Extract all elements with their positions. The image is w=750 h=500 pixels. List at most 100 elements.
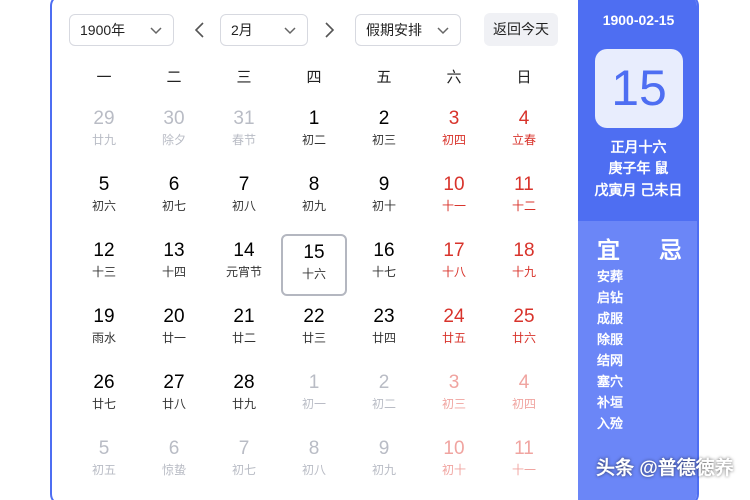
selected-date-text: 1900-02-15 xyxy=(602,12,675,28)
lunar-day: 廿三 xyxy=(301,331,326,345)
day-number: 11 xyxy=(514,438,534,459)
day-cell[interactable]: 11 十二 xyxy=(491,168,557,230)
lunar-day: 初二 xyxy=(371,397,396,411)
day-cell[interactable]: 3 初四 xyxy=(421,102,487,164)
weekday-label: 三 xyxy=(236,69,252,86)
day-cell[interactable]: 10 十一 xyxy=(421,168,487,230)
day-number: 10 xyxy=(443,438,465,459)
day-number: 1 xyxy=(308,372,320,393)
yi-item: 塞穴 xyxy=(597,374,624,389)
day-number: 29 xyxy=(93,108,115,129)
month-select[interactable]: 2月 xyxy=(220,14,308,46)
day-cell[interactable]: 8 初九 xyxy=(281,168,347,230)
day-cell[interactable]: 10 初十 xyxy=(421,432,487,494)
day-cell[interactable]: 12 十三 xyxy=(71,234,137,296)
day-cell[interactable]: 3 初三 xyxy=(421,366,487,428)
day-cell[interactable]: 20 廿一 xyxy=(141,300,207,362)
day-cell[interactable]: 4 初四 xyxy=(491,366,557,428)
year-select-value: 1900年 xyxy=(80,22,126,38)
day-cell[interactable]: 9 初九 xyxy=(351,432,417,494)
lunar-day: 春节 xyxy=(231,133,256,147)
day-number: 17 xyxy=(443,240,465,261)
day-cell[interactable]: 14 元宵节 xyxy=(211,234,277,296)
lunar-day: 初七 xyxy=(161,199,186,213)
day-number: 12 xyxy=(93,240,115,261)
day-cell-selected[interactable]: 15 十六 xyxy=(281,234,347,296)
chevron-down-icon xyxy=(437,27,449,35)
day-cell[interactable]: 26 廿七 xyxy=(71,366,137,428)
holiday-select[interactable]: 假期安排 xyxy=(355,14,461,46)
day-cell[interactable]: 1 初一 xyxy=(281,366,347,428)
day-number: 5 xyxy=(98,174,110,195)
calendar-toolbar: 1900年 2月 假期安排 返回今天 xyxy=(52,0,576,62)
day-cell[interactable]: 21 廿二 xyxy=(211,300,277,362)
lunar-day: 立春 xyxy=(511,133,536,147)
yi-item: 除服 xyxy=(597,332,624,347)
year-select[interactable]: 1900年 xyxy=(69,14,174,46)
day-number: 11 xyxy=(514,174,534,195)
lunar-day: 初四 xyxy=(511,397,536,411)
day-cell[interactable]: 28 廿九 xyxy=(211,366,277,428)
day-number: 25 xyxy=(513,306,535,327)
day-number: 3 xyxy=(448,108,460,129)
day-number: 13 xyxy=(163,240,185,261)
yi-list: 安葬 启钻 成服 除服 结网 塞穴 补垣 入殓 xyxy=(597,266,657,434)
lunar-day: 初五 xyxy=(91,463,116,477)
day-cell[interactable]: 22 廿三 xyxy=(281,300,347,362)
day-cell[interactable]: 8 初八 xyxy=(281,432,347,494)
lunar-day: 十三 xyxy=(91,265,116,279)
day-number: 21 xyxy=(233,306,255,327)
chevron-left-icon[interactable] xyxy=(190,18,210,42)
day-cell[interactable]: 16 十七 xyxy=(351,234,417,296)
day-cell[interactable]: 25 廿六 xyxy=(491,300,557,362)
day-cell[interactable]: 4 立春 xyxy=(491,102,557,164)
day-cell[interactable]: 30 除夕 xyxy=(141,102,207,164)
watermark: 头条 @普德徳养 xyxy=(596,458,734,479)
lunar-day: 雨水 xyxy=(91,331,116,345)
day-cell[interactable]: 5 初六 xyxy=(71,168,137,230)
day-cell[interactable]: 7 初七 xyxy=(211,432,277,494)
weekday-label: 一 xyxy=(96,69,112,86)
day-cell[interactable]: 27 廿八 xyxy=(141,366,207,428)
day-cell[interactable]: 11 十一 xyxy=(491,432,557,494)
day-cell[interactable]: 1 初二 xyxy=(281,102,347,164)
day-cell[interactable]: 17 十八 xyxy=(421,234,487,296)
day-cell[interactable]: 29 廿九 xyxy=(71,102,137,164)
day-number: 30 xyxy=(163,108,185,129)
day-number: 24 xyxy=(443,306,465,327)
day-cell[interactable]: 5 初五 xyxy=(71,432,137,494)
weekday-label: 二 xyxy=(166,69,182,86)
lunar-day: 廿七 xyxy=(91,397,116,411)
day-cell[interactable]: 19 雨水 xyxy=(71,300,137,362)
day-number: 16 xyxy=(373,240,395,261)
lunar-day: 初十 xyxy=(371,199,396,213)
day-cell[interactable]: 9 初十 xyxy=(351,168,417,230)
day-cell[interactable]: 7 初八 xyxy=(211,168,277,230)
yi-item: 成服 xyxy=(597,311,624,326)
yi-item: 补垣 xyxy=(597,395,624,410)
lunar-day: 十二 xyxy=(511,199,536,213)
lunar-day: 廿五 xyxy=(441,331,466,345)
day-cell[interactable]: 2 初二 xyxy=(351,366,417,428)
selected-date-panel: 1900-02-15 15 正月十六 庚子年 鼠 戊寅月 己未日 xyxy=(578,0,697,221)
day-cell[interactable]: 6 惊蛰 xyxy=(141,432,207,494)
lunar-day: 初一 xyxy=(301,397,326,411)
day-number: 8 xyxy=(308,174,320,195)
lunar-day: 初八 xyxy=(301,463,326,477)
lunar-day: 十四 xyxy=(161,265,186,279)
back-to-today-button[interactable]: 返回今天 xyxy=(484,13,558,46)
lunar-day: 初三 xyxy=(371,133,396,147)
lunar-day: 十一 xyxy=(441,199,466,213)
lunar-day: 廿六 xyxy=(511,331,536,345)
day-cell[interactable]: 31 春节 xyxy=(211,102,277,164)
day-number: 31 xyxy=(233,108,255,129)
chevron-right-icon[interactable] xyxy=(319,18,339,42)
day-cell[interactable]: 24 廿五 xyxy=(421,300,487,362)
day-cell[interactable]: 13 十四 xyxy=(141,234,207,296)
lunar-day: 廿九 xyxy=(231,397,256,411)
day-cell[interactable]: 23 廿四 xyxy=(351,300,417,362)
day-cell[interactable]: 6 初七 xyxy=(141,168,207,230)
day-cell[interactable]: 18 十九 xyxy=(491,234,557,296)
day-cell[interactable]: 2 初三 xyxy=(351,102,417,164)
day-number: 15 xyxy=(303,242,325,263)
